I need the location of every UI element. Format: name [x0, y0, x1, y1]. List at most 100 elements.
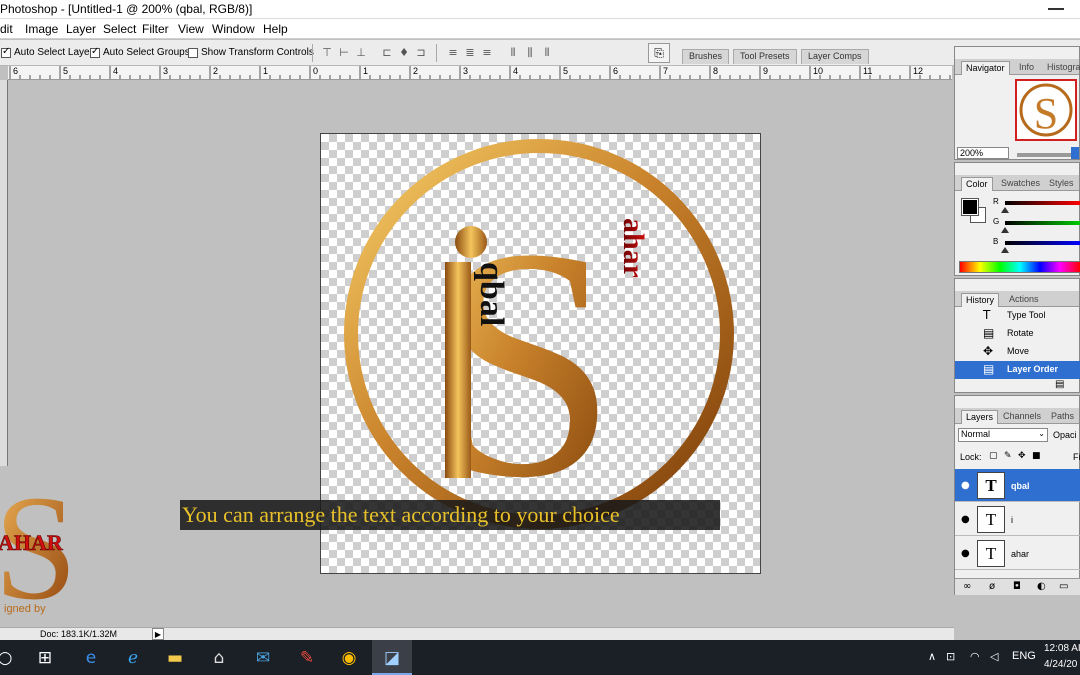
- well-tab-layer-comps[interactable]: Layer Comps: [801, 49, 869, 64]
- store-icon[interactable]: ⌂: [208, 647, 230, 669]
- zoom-slider-knob[interactable]: [1071, 147, 1079, 159]
- visibility-eye-icon[interactable]: ●: [961, 548, 970, 559]
- wifi-icon[interactable]: ◠: [970, 650, 980, 663]
- align-top-icon[interactable]: ⊤: [320, 46, 334, 59]
- well-tab-brushes[interactable]: Brushes: [682, 49, 730, 64]
- paint-icon[interactable]: ✎: [296, 647, 318, 669]
- blue-slider[interactable]: [1005, 241, 1080, 245]
- navigator-preview[interactable]: S: [1015, 79, 1077, 141]
- menu-help[interactable]: Help: [263, 22, 288, 36]
- mail-icon[interactable]: ✉: [252, 647, 274, 669]
- search-icon[interactable]: ○: [0, 647, 16, 669]
- layer-row-ahar[interactable]: ● T ahar: [955, 537, 1080, 570]
- tray-chevron-icon[interactable]: ∧: [928, 650, 936, 663]
- horizontal-ruler: 6 5 4 3 2 1 0 1 2 3 4 5 6 7 8 9 10 11 12: [8, 66, 952, 80]
- history-item-type-tool[interactable]: T Type Tool: [955, 307, 1080, 325]
- chrome-icon[interactable]: ◉: [338, 647, 360, 669]
- clock-time[interactable]: 12:08 AI: [1044, 643, 1080, 654]
- file-browser-button[interactable]: ⎘: [648, 43, 670, 63]
- window-title: Photoshop - [Untitled-1 @ 200% (qbal, RG…: [0, 2, 253, 16]
- file-explorer-icon[interactable]: ▬: [164, 647, 186, 669]
- status-menu-arrow[interactable]: ▶: [152, 628, 164, 640]
- edge-icon[interactable]: e: [80, 647, 102, 669]
- menu-image[interactable]: Image: [25, 22, 58, 36]
- green-slider[interactable]: [1005, 221, 1080, 225]
- tab-color[interactable]: Color: [961, 177, 993, 191]
- color-spectrum-bar[interactable]: [959, 261, 1080, 273]
- new-group-icon[interactable]: ▭: [1059, 581, 1068, 592]
- language-indicator[interactable]: ENG: [1012, 650, 1036, 662]
- volume-icon[interactable]: ◁: [990, 650, 998, 663]
- distribute-top-icon[interactable]: ≡: [446, 46, 460, 59]
- photoshop-taskbar-button[interactable]: ◪: [372, 640, 412, 675]
- distribute-bottom-icon[interactable]: ≡: [480, 46, 494, 59]
- menu-edit[interactable]: dit: [0, 22, 13, 36]
- task-view-icon[interactable]: ⊞: [34, 647, 56, 669]
- blend-mode-select[interactable]: Normal ⌄: [958, 428, 1048, 442]
- distribute-left-icon[interactable]: ⫴: [506, 46, 520, 59]
- tab-channels[interactable]: Channels: [999, 410, 1045, 424]
- tab-actions[interactable]: Actions: [1005, 293, 1043, 307]
- menu-select[interactable]: Select: [103, 22, 136, 36]
- zoom-slider[interactable]: [1017, 153, 1073, 157]
- new-snapshot-icon[interactable]: ▤: [1055, 379, 1064, 390]
- zoom-field[interactable]: 200%: [957, 147, 1009, 159]
- tab-navigator[interactable]: Navigator: [961, 61, 1010, 75]
- foreground-color-swatch[interactable]: [961, 198, 979, 216]
- ruler-label: 1: [363, 66, 369, 76]
- adjustment-layer-icon[interactable]: ◐: [1037, 581, 1046, 592]
- tab-styles[interactable]: Styles: [1045, 177, 1078, 191]
- color-tabs: Color Swatches Styles: [955, 175, 1079, 191]
- ie-icon[interactable]: ℯ: [122, 647, 144, 669]
- tab-paths[interactable]: Paths: [1047, 410, 1078, 424]
- distribute-vcenter-icon[interactable]: ≣: [463, 46, 477, 59]
- checkbox-box: [188, 47, 198, 58]
- tab-swatches[interactable]: Swatches: [997, 177, 1044, 191]
- toolbox[interactable]: [0, 80, 8, 466]
- layer-row-i[interactable]: ● T i: [955, 503, 1080, 536]
- lock-position-icon[interactable]: ✥: [1018, 451, 1026, 461]
- distribute-hcenter-icon[interactable]: ⫼: [523, 46, 537, 59]
- lock-all-icon[interactable]: ■: [1032, 451, 1041, 461]
- menu-view[interactable]: View: [178, 22, 204, 36]
- tab-layers[interactable]: Layers: [961, 410, 999, 424]
- visibility-eye-icon[interactable]: ●: [961, 514, 970, 525]
- history-item-rotate[interactable]: ▤ Rotate: [955, 325, 1080, 343]
- tray-app-icon[interactable]: ⊡: [946, 650, 955, 663]
- color-panel: Color Swatches Styles R G B: [954, 162, 1080, 276]
- history-item-move[interactable]: ✥ Move: [955, 343, 1080, 361]
- blue-slider-knob[interactable]: [1001, 247, 1009, 253]
- menu-filter[interactable]: Filter: [142, 22, 169, 36]
- layer-style-icon[interactable]: ø: [989, 581, 995, 592]
- windows-taskbar: ○ ⊞ e ℯ ▬ ⌂ ✉ ✎ ◉ ◪ ∧ ⊡ ◠ ◁ ENG 12:08 AI…: [0, 640, 1080, 675]
- lock-transparency-icon[interactable]: ▢: [989, 451, 998, 461]
- clock-date[interactable]: 4/24/20: [1044, 659, 1077, 670]
- auto-select-groups-checkbox[interactable]: Auto Select Groups: [90, 46, 190, 58]
- lock-image-icon[interactable]: ✎: [1004, 451, 1012, 461]
- well-tab-tool-presets[interactable]: Tool Presets: [733, 49, 797, 64]
- show-transform-controls-checkbox[interactable]: Show Transform Controls: [188, 47, 314, 58]
- distribute-right-icon[interactable]: ⫴: [540, 46, 554, 59]
- minimize-button[interactable]: [1048, 8, 1064, 10]
- red-slider[interactable]: [1005, 201, 1080, 205]
- tab-info[interactable]: Info: [1015, 61, 1038, 75]
- history-item-layer-order[interactable]: ▤ Layer Order: [955, 361, 1080, 379]
- tab-histogram[interactable]: Histogra: [1043, 61, 1080, 75]
- watermark-logo: S AHAR igned by: [0, 470, 77, 616]
- menu-layer[interactable]: Layer: [66, 22, 96, 36]
- red-slider-knob[interactable]: [1001, 207, 1009, 213]
- tab-history[interactable]: History: [961, 293, 1000, 307]
- menu-window[interactable]: Window: [212, 22, 255, 36]
- align-left-icon[interactable]: ⊏: [380, 46, 394, 59]
- link-layers-icon[interactable]: ∞: [963, 581, 971, 592]
- checkbox-label: Auto Select Layer: [14, 47, 93, 58]
- auto-select-layer-checkbox[interactable]: Auto Select Layer: [1, 46, 93, 58]
- layer-row-qbal[interactable]: ● T qbal: [955, 469, 1080, 502]
- layer-mask-icon[interactable]: ◘: [1013, 581, 1021, 592]
- green-slider-knob[interactable]: [1001, 227, 1009, 233]
- align-bottom-icon[interactable]: ⊥: [354, 46, 368, 59]
- align-right-icon[interactable]: ⊐: [414, 46, 428, 59]
- visibility-eye-icon[interactable]: ●: [961, 480, 970, 491]
- align-vcenter-icon[interactable]: ⊢: [337, 46, 351, 59]
- align-hcenter-icon[interactable]: ♦: [397, 46, 411, 59]
